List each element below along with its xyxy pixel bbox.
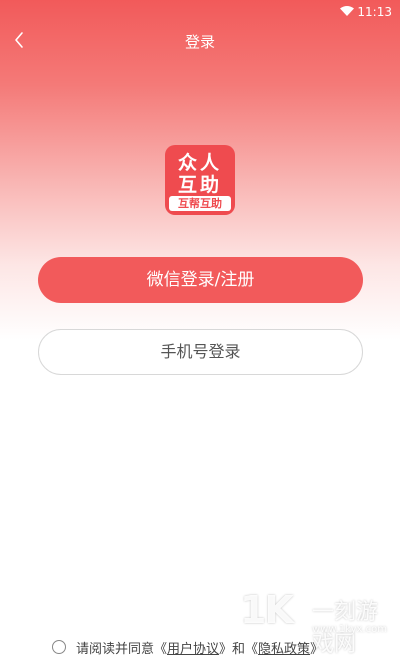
wechat-login-button[interactable]: 微信登录/注册	[38, 257, 363, 303]
status-time: 11:13	[357, 5, 392, 19]
watermark-logo: 1K	[240, 588, 294, 632]
logo-text-line2: 互助	[177, 174, 222, 196]
agreement-checkbox[interactable]	[52, 640, 66, 654]
app-logo: 众人 互助 互帮互助	[165, 145, 235, 215]
user-agreement-link[interactable]: 用户协议	[167, 638, 219, 657]
agreement-row: 请阅读并同意《 用户协议 》和《 隐私政策 》	[52, 637, 323, 657]
privacy-policy-link[interactable]: 隐私政策	[258, 638, 310, 657]
status-bar: 11:13	[0, 0, 400, 24]
agreement-prefix: 请阅读并同意《	[76, 641, 168, 657]
agreement-middle: 》和《	[219, 641, 259, 657]
page-title: 登录	[184, 33, 215, 51]
agreement-suffix: 》	[310, 641, 324, 657]
phone-login-button[interactable]: 手机号登录	[38, 329, 363, 375]
watermark-url: www.1kyx.com	[312, 624, 387, 635]
wifi-icon	[340, 6, 354, 16]
logo-ribbon: 互帮互助	[169, 196, 231, 211]
nav-bar: 登录	[0, 24, 400, 56]
